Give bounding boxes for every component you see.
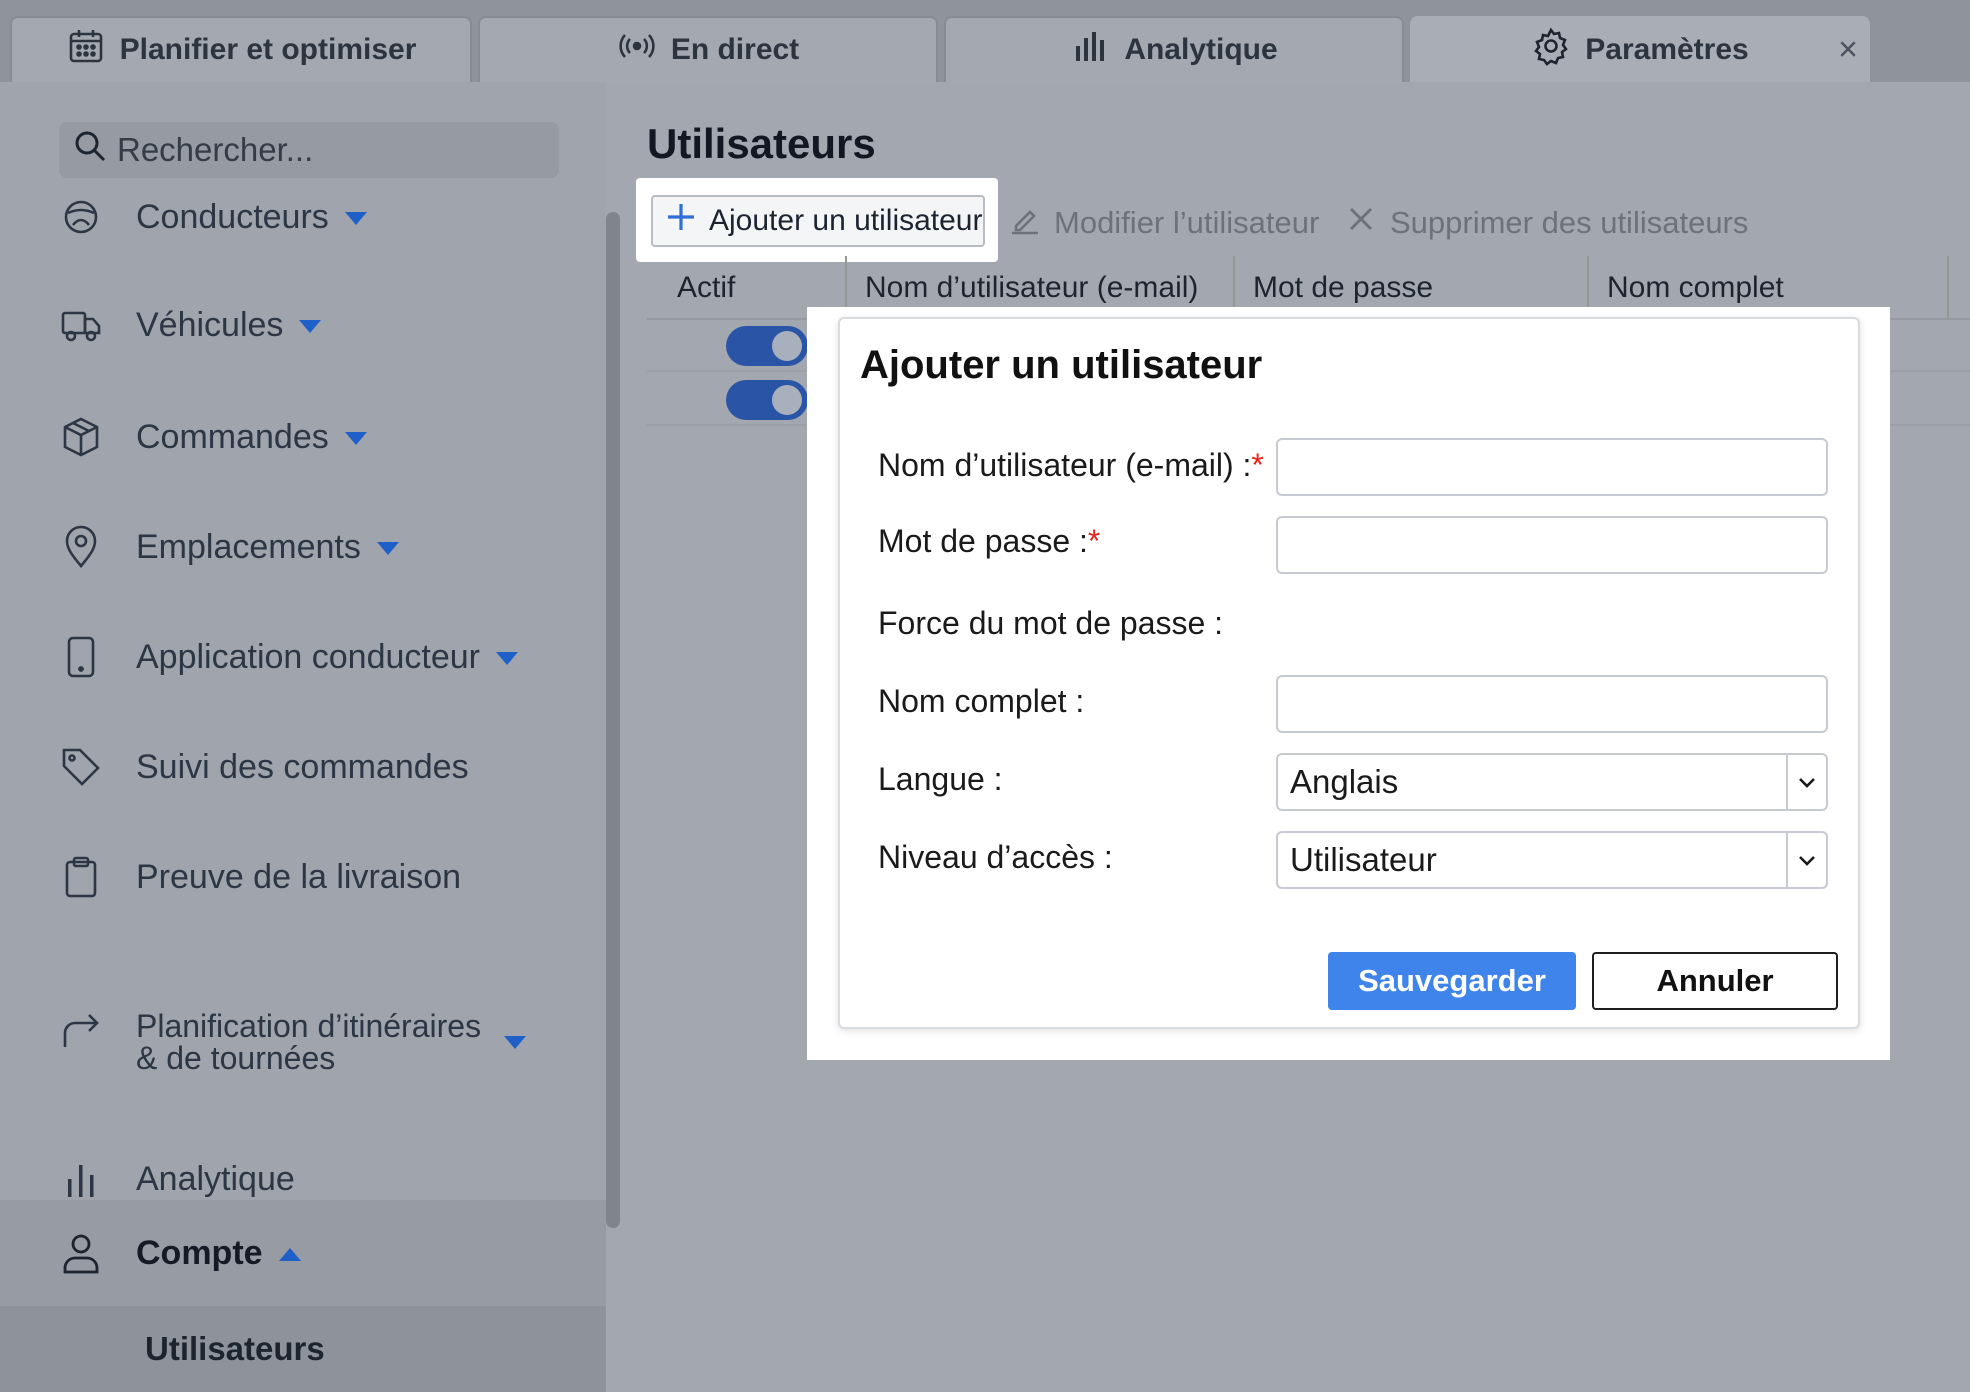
- sidebar-item-application-conducteur[interactable]: Application conducteur: [0, 626, 606, 688]
- tag-icon: [58, 744, 104, 790]
- cancel-button[interactable]: Annuler: [1592, 952, 1838, 1010]
- chevron-down-icon[interactable]: [1786, 755, 1826, 809]
- sidebar-item-commandes[interactable]: Commandes: [0, 406, 606, 468]
- caret-down-icon[interactable]: [344, 212, 367, 226]
- password-label: Mot de passe :*: [878, 523, 1101, 559]
- tab-label: Paramètres: [1585, 33, 1749, 66]
- plus-icon: [665, 201, 697, 241]
- close-icon[interactable]: ×: [1838, 31, 1858, 70]
- sidebar-item-label-line2: & de tournées: [136, 1040, 336, 1076]
- sidebar-subitem-utilisateurs[interactable]: Utilisateurs: [0, 1306, 606, 1392]
- calendar-icon: [66, 26, 106, 74]
- add-user-button[interactable]: Ajouter un utilisateur: [651, 195, 985, 247]
- delete-users-button[interactable]: Supprimer des utilisateurs: [1344, 202, 1748, 244]
- sidebar-item-vehicules[interactable]: Véhicules: [0, 294, 606, 356]
- access-level-value: Utilisateur: [1290, 841, 1437, 878]
- caret-up-icon[interactable]: [278, 1248, 301, 1262]
- tab-label: Planifier et optimiser: [119, 33, 417, 66]
- user-icon: [58, 1230, 104, 1276]
- sidebar-item-emplacements[interactable]: Emplacements: [0, 516, 606, 578]
- pencil-icon: [1008, 202, 1042, 244]
- required-mark: *: [1251, 447, 1264, 483]
- package-icon: [58, 414, 104, 460]
- sidebar-item-compte[interactable]: Compte: [0, 1200, 606, 1306]
- sidebar-item-suivi-commandes[interactable]: Suivi des commandes: [0, 736, 606, 798]
- column-divider: [1947, 256, 1949, 320]
- sidebar-item-label: Analytique: [136, 1159, 295, 1198]
- caret-down-icon[interactable]: [344, 432, 367, 446]
- close-icon: [1344, 202, 1378, 244]
- caret-down-icon[interactable]: [376, 542, 399, 556]
- sidebar-item-conducteurs[interactable]: Conducteurs: [0, 186, 606, 248]
- sidebar-item-preuve-livraison[interactable]: Preuve de la livraison: [0, 846, 606, 908]
- dialog-title: Ajouter un utilisateur: [860, 343, 1263, 387]
- username-field[interactable]: [1276, 438, 1828, 496]
- tab-parametres[interactable]: Paramètres ×: [1410, 16, 1870, 82]
- sidebar-item-planification-itineraires[interactable]: Planification d’itinéraires & de tournée…: [0, 1010, 606, 1080]
- sidebar-subitem-label: Utilisateurs: [145, 1330, 325, 1367]
- tab-bar: Planifier et optimiser En direct Analyti…: [0, 0, 1970, 82]
- language-value: Anglais: [1290, 763, 1399, 800]
- caret-down-icon[interactable]: [496, 652, 519, 666]
- sidebar-item-label: Preuve de la livraison: [136, 857, 462, 896]
- active-toggle[interactable]: [726, 326, 808, 366]
- delete-users-label: Supprimer des utilisateurs: [1390, 205, 1749, 240]
- sidebar-item-label: Commandes: [136, 417, 329, 456]
- search-box[interactable]: Rechercher...: [59, 122, 559, 178]
- language-label: Langue :: [878, 761, 1003, 797]
- sidebar-item-label: Véhicules: [136, 305, 284, 344]
- sidebar-item-label: Application conducteur: [136, 637, 481, 676]
- sidebar-scrollbar[interactable]: [606, 212, 620, 1228]
- tab-en-direct[interactable]: En direct: [478, 16, 938, 82]
- phone-icon: [58, 634, 104, 680]
- search-input[interactable]: Rechercher...: [117, 131, 313, 169]
- fullname-label: Nom complet :: [878, 683, 1085, 719]
- required-mark: *: [1087, 523, 1101, 559]
- sidebar-item-label: Conducteurs: [136, 197, 329, 236]
- tab-analytique[interactable]: Analytique: [944, 16, 1404, 82]
- search-icon: [73, 129, 107, 171]
- username-label: Nom d’utilisateur (e-mail) :*: [878, 447, 1264, 483]
- broadcast-icon: [617, 26, 657, 74]
- truck-icon: [58, 302, 104, 348]
- tab-planifier[interactable]: Planifier et optimiser: [10, 16, 472, 82]
- gear-icon: [1531, 26, 1571, 74]
- password-strength-label: Force du mot de passe :: [878, 605, 1224, 641]
- tab-label: En direct: [670, 33, 800, 66]
- active-toggle[interactable]: [726, 380, 808, 420]
- page-title: Utilisateurs: [647, 120, 876, 167]
- password-field[interactable]: [1276, 516, 1828, 574]
- sidebar-item-label: Emplacements: [136, 527, 361, 566]
- chevron-down-icon[interactable]: [1786, 833, 1826, 887]
- add-user-label: Ajouter un utilisateur: [709, 204, 983, 237]
- sidebar-item-label: Compte: [136, 1233, 263, 1272]
- bar-chart-icon: [1070, 26, 1110, 74]
- clipboard-icon: [58, 854, 104, 900]
- access-level-label: Niveau d’accès :: [878, 839, 1113, 875]
- save-button[interactable]: Sauvegarder: [1328, 952, 1576, 1010]
- fullname-field[interactable]: [1276, 675, 1828, 733]
- map-pin-icon: [58, 524, 104, 570]
- edit-user-button[interactable]: Modifier l’utilisateur: [1008, 202, 1319, 244]
- add-user-dialog: Ajouter un utilisateur Nom d’utilisateur…: [838, 317, 1860, 1029]
- access-level-select[interactable]: Utilisateur: [1276, 831, 1828, 889]
- caret-down-icon[interactable]: [504, 1036, 526, 1049]
- steering-wheel-icon: [58, 194, 104, 240]
- route-arrow-icon: [58, 1006, 104, 1052]
- bar-chart-icon: [58, 1156, 104, 1202]
- language-select[interactable]: Anglais: [1276, 753, 1828, 811]
- caret-down-icon[interactable]: [299, 320, 322, 334]
- edit-user-label: Modifier l’utilisateur: [1054, 205, 1320, 240]
- sidebar-item-label: Suivi des commandes: [136, 747, 469, 786]
- sidebar: Rechercher... Conducteurs Véhicules Comm…: [0, 82, 606, 1392]
- tab-label: Analytique: [1124, 33, 1278, 66]
- sidebar-item-label-line1: Planification d’itinéraires: [136, 1008, 482, 1044]
